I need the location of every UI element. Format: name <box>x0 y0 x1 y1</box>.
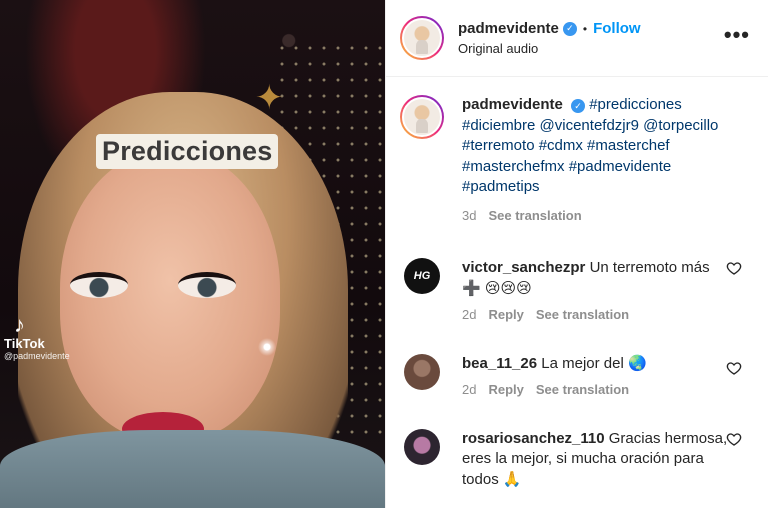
see-translation-link[interactable]: See translation <box>536 380 629 401</box>
commenter-username[interactable]: victor_sanchezpr <box>462 259 585 276</box>
heart-icon[interactable] <box>726 360 742 376</box>
comment-item: rosariosanchez_110 Gracias hermosa, eres… <box>400 428 754 491</box>
post-caption: padmevidente ✓ #predicciones #diciembre … <box>400 77 754 226</box>
caption-avatar[interactable] <box>400 95 444 139</box>
commenter-username[interactable]: rosariosanchez_110 <box>462 430 605 447</box>
heart-icon[interactable] <box>726 431 742 447</box>
earring-sparkle <box>258 338 276 356</box>
left-eye <box>70 272 128 298</box>
tiktok-handle: @padmevidente <box>4 351 70 361</box>
tiktok-logo-icon: ♪ <box>14 312 25 337</box>
audio-link[interactable]: Original audio <box>458 41 641 56</box>
tiktok-brand: TikTok <box>4 336 45 351</box>
more-options-icon[interactable]: ••• <box>724 22 750 48</box>
comment-item: HG victor_sanchezpr Un terremoto más ➕ 😢… <box>400 258 754 326</box>
comment-time: 2d <box>462 307 477 322</box>
heart-icon[interactable] <box>726 260 742 276</box>
comment-time: 2d <box>462 382 477 397</box>
author-avatar[interactable] <box>400 16 444 60</box>
avatar-text: HG <box>413 270 431 282</box>
author-username[interactable]: padmevidente <box>458 20 559 37</box>
commenter-username[interactable]: bea_11_26 <box>462 355 537 372</box>
hoodie <box>0 430 385 508</box>
verified-badge-icon: ✓ <box>562 21 577 36</box>
post-sidebar: padmevidente ✓ • Follow Original audio •… <box>385 0 768 508</box>
commenter-avatar[interactable] <box>404 353 440 390</box>
see-translation-link[interactable]: See translation <box>536 305 629 326</box>
right-eye <box>178 272 236 298</box>
commenter-avatar[interactable]: HG <box>404 258 440 294</box>
verified-badge-icon: ✓ <box>571 99 586 114</box>
instagram-post: ✦ Predicciones ♪ TikTok @padmevidente pa… <box>0 0 768 508</box>
follow-button[interactable]: Follow <box>593 20 641 37</box>
caption-username[interactable]: padmevidente <box>462 96 563 113</box>
reply-button[interactable]: Reply <box>488 305 523 326</box>
separator: • <box>582 21 588 36</box>
post-video[interactable]: ✦ Predicciones ♪ TikTok @padmevidente <box>0 0 385 508</box>
comments-list: padmevidente ✓ #predicciones #diciembre … <box>386 77 768 490</box>
comment-text: La mejor del 🌏 <box>541 354 647 372</box>
tiktok-watermark: ♪ TikTok @padmevidente <box>4 312 70 362</box>
post-header: padmevidente ✓ • Follow Original audio •… <box>386 0 768 77</box>
video-overlay-caption: Predicciones <box>96 134 279 169</box>
caption-time: 3d <box>462 207 477 223</box>
reply-button[interactable]: Reply <box>488 380 523 401</box>
see-translation-link[interactable]: See translation <box>488 206 581 227</box>
commenter-avatar[interactable] <box>404 428 440 465</box>
comment-item: bea_11_26 La mejor del 🌏 2d Reply See tr… <box>400 353 754 401</box>
